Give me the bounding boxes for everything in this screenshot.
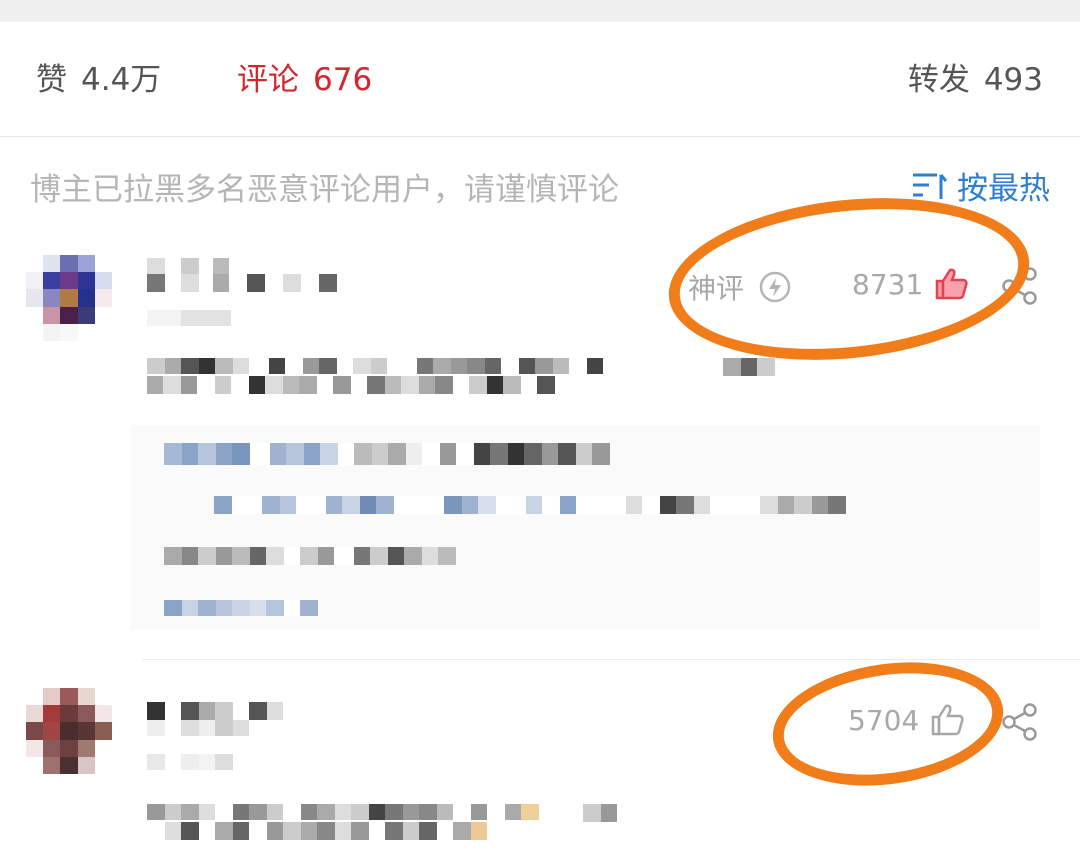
tab-comments[interactable]: 评论 676 bbox=[237, 62, 372, 98]
tab-likes-count: 4.4万 bbox=[81, 62, 162, 98]
comment-divider bbox=[142, 659, 1080, 660]
share-icon[interactable] bbox=[1000, 702, 1040, 742]
reply-line bbox=[164, 443, 610, 465]
avatar[interactable] bbox=[26, 255, 112, 341]
timestamp-blurred bbox=[147, 754, 233, 770]
avatar[interactable] bbox=[26, 688, 112, 774]
reply-line bbox=[164, 547, 456, 565]
top-strip bbox=[0, 0, 1080, 22]
reply-block-blurred[interactable] bbox=[130, 425, 1040, 630]
tab-reposts[interactable]: 转发 493 bbox=[908, 62, 1043, 98]
annotation-circle bbox=[660, 181, 1038, 377]
tab-likes-label: 赞 bbox=[36, 62, 67, 98]
tab-reposts-label: 转发 bbox=[907, 62, 970, 98]
username-blurred[interactable] bbox=[147, 702, 307, 736]
tab-comments-count: 676 bbox=[313, 62, 373, 98]
reply-line bbox=[164, 600, 318, 616]
tab-reposts-count: 493 bbox=[983, 62, 1043, 98]
username-blurred[interactable] bbox=[147, 258, 337, 292]
comment-text-blurred bbox=[147, 358, 787, 394]
tab-likes[interactable]: 赞 4.4万 bbox=[36, 62, 161, 98]
comment-notice: 博主已拉黑多名恶意评论用户，请谨慎评论 bbox=[30, 172, 619, 208]
reply-line bbox=[214, 496, 846, 514]
tab-comments-label: 评论 bbox=[237, 62, 299, 98]
comment-text-blurred bbox=[147, 804, 627, 840]
sort-icon bbox=[913, 173, 947, 199]
timestamp-blurred bbox=[147, 310, 231, 326]
interaction-tabs: 赞 4.4万 评论 676 转发 493 bbox=[0, 22, 1080, 137]
annotation-circle bbox=[764, 648, 1012, 800]
sort-label: 按最热 bbox=[957, 171, 1050, 207]
